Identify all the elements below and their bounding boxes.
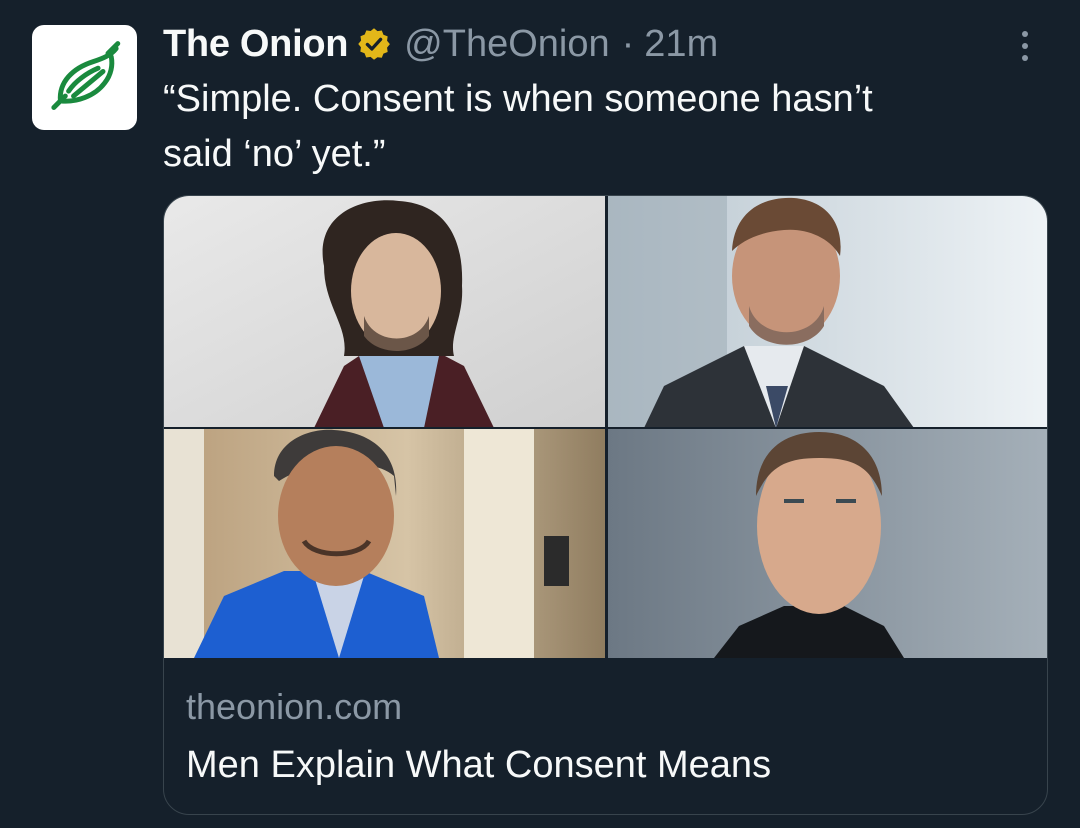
avatar[interactable] xyxy=(32,25,137,130)
author-handle[interactable]: @TheOnion xyxy=(404,23,609,66)
tweet-timestamp[interactable]: 21m xyxy=(644,23,718,66)
link-card[interactable]: theonion.com Men Explain What Consent Me… xyxy=(163,195,1048,815)
tweet[interactable]: The Onion @TheOnion · 21m “Simple. Conse… xyxy=(0,0,1080,828)
card-image[interactable] xyxy=(164,196,1047,658)
separator-dot: · xyxy=(621,22,635,65)
portrait-bottom-right xyxy=(607,428,1047,658)
tweet-header: The Onion @TheOnion · 21m xyxy=(163,18,718,70)
tweet-text-line-1: “Simple. Consent is when someone hasn’t xyxy=(163,78,873,120)
portrait-top-right xyxy=(607,196,1047,428)
portrait-bottom-left xyxy=(164,428,607,658)
card-title[interactable]: Men Explain What Consent Means xyxy=(186,744,771,787)
card-domain: theonion.com xyxy=(186,686,403,727)
gold-verified-icon[interactable] xyxy=(356,26,392,62)
more-vertical-icon[interactable] xyxy=(1012,22,1038,70)
onion-logo-icon xyxy=(50,40,120,110)
tweet-text-line-2: said ‘no’ yet.” xyxy=(163,133,386,175)
tweet-text: “Simple. Consent is when someone hasn’t s… xyxy=(163,72,1043,182)
author-display-name[interactable]: The Onion xyxy=(163,23,348,66)
portrait-top-left xyxy=(164,196,607,428)
